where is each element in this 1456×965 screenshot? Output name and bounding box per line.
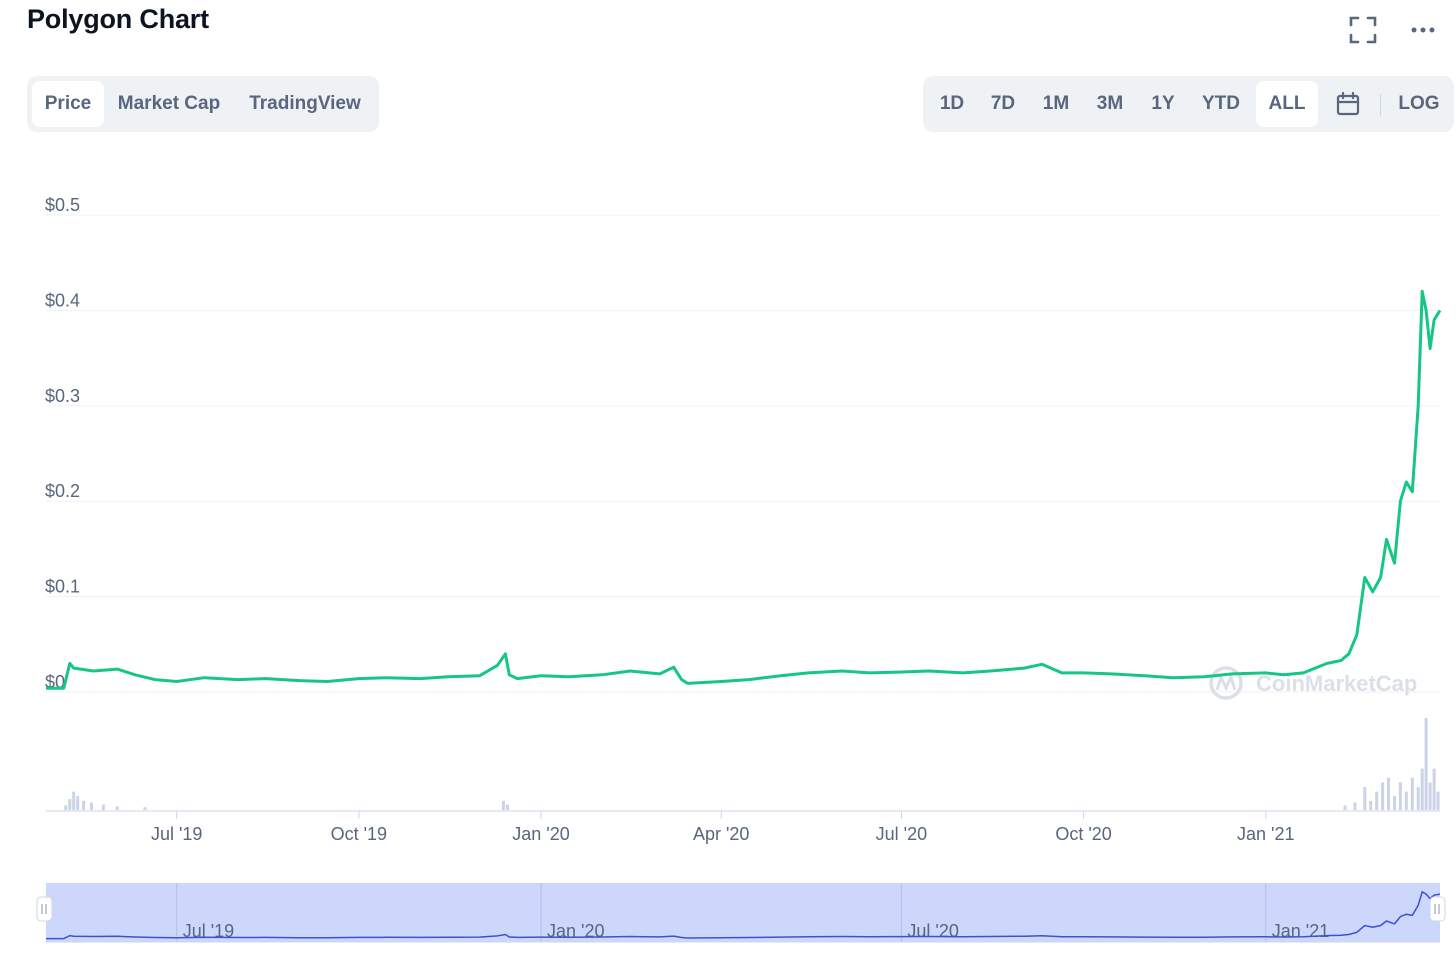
volume-bar bbox=[68, 799, 72, 810]
volume-bar bbox=[82, 800, 86, 810]
volume-bar bbox=[101, 804, 105, 810]
volume-bar bbox=[64, 805, 68, 810]
y-tick-label: $0.5 bbox=[45, 195, 80, 215]
volume-bar bbox=[1363, 787, 1367, 810]
volume-bar bbox=[1387, 777, 1390, 810]
volume-bar bbox=[1428, 782, 1432, 810]
navigator-tick-label: Jan '20 bbox=[547, 921, 604, 941]
navigator-handle-left[interactable] bbox=[36, 896, 53, 922]
volume-bar bbox=[115, 806, 119, 810]
volume-bar bbox=[1404, 791, 1408, 810]
volume-bar bbox=[1424, 718, 1428, 810]
volume-bar bbox=[1353, 802, 1357, 810]
volume-bar bbox=[1416, 787, 1420, 810]
x-tick-label: Apr '20 bbox=[693, 824, 749, 844]
volume-bar bbox=[1436, 791, 1440, 810]
x-tick-label: Oct '20 bbox=[1055, 824, 1111, 844]
volume-bar bbox=[143, 807, 147, 810]
volume-bar bbox=[1393, 796, 1396, 810]
volume-bar bbox=[1398, 782, 1402, 810]
x-tick-label: Oct '19 bbox=[331, 824, 387, 844]
navigator-range[interactable] bbox=[46, 883, 1440, 942]
price-line bbox=[46, 289, 1442, 690]
volume-bar bbox=[501, 800, 505, 810]
volume-bar bbox=[1432, 768, 1436, 810]
volume-bar bbox=[1381, 782, 1385, 810]
y-tick-label: $0.1 bbox=[45, 577, 80, 597]
volume-bar bbox=[1343, 805, 1347, 810]
volume-bar bbox=[1375, 791, 1379, 810]
volume-bar bbox=[90, 802, 93, 810]
x-tick-label: Jul '19 bbox=[151, 824, 202, 844]
volume-bar bbox=[1410, 777, 1414, 810]
navigator-handle-right[interactable] bbox=[1429, 896, 1446, 922]
volume-bar bbox=[1420, 768, 1424, 810]
navigator-tick-label: Jul '20 bbox=[907, 921, 958, 941]
y-tick-label: $0.4 bbox=[45, 290, 80, 310]
price-chart: $0.5$0.4$0.3$0.2$0.1$0 CoinMarketCap Jul… bbox=[36, 195, 1446, 943]
x-tick-label: Jul '20 bbox=[876, 824, 927, 844]
volume-bar bbox=[505, 804, 509, 810]
volume-bar bbox=[76, 796, 80, 810]
y-tick-label: $0.3 bbox=[45, 386, 80, 406]
y-tick-label: $0.2 bbox=[45, 481, 80, 501]
volume-bar bbox=[72, 791, 76, 810]
x-tick-label: Jan '21 bbox=[1237, 824, 1294, 844]
x-tick-label: Jan '20 bbox=[512, 824, 569, 844]
navigator-tick-label: Jan '21 bbox=[1272, 921, 1329, 941]
volume-bar bbox=[1369, 800, 1373, 810]
